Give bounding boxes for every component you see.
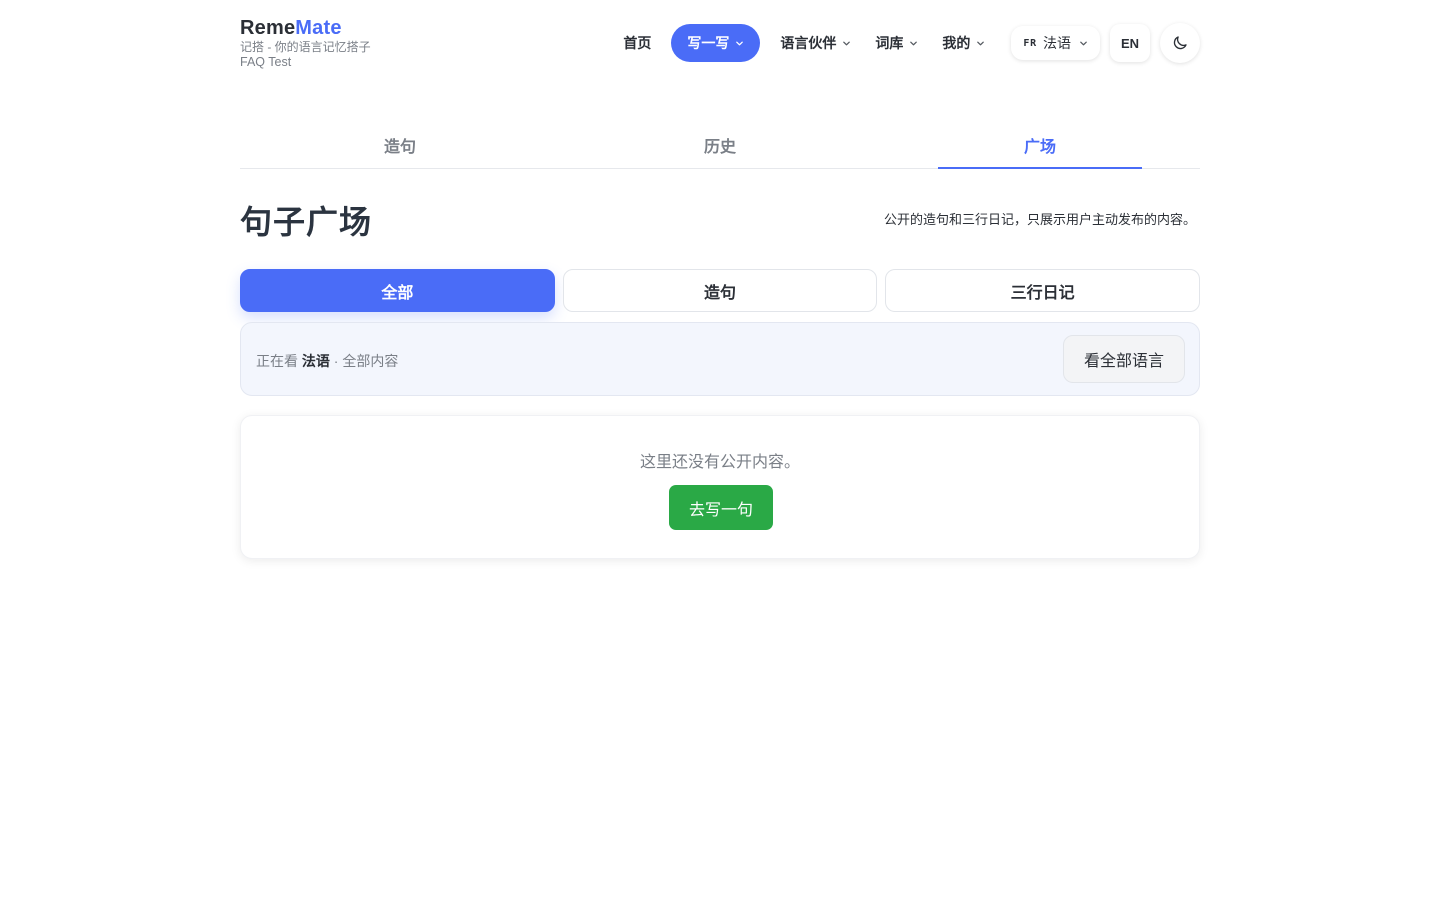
empty-state-message: 这里还没有公开内容。 <box>639 454 800 471</box>
brand-name-part2: Mate <box>295 17 342 39</box>
tab-compose[interactable]: 造句 <box>240 118 560 168</box>
empty-state-card: 这里还没有公开内容。 去写一句 <box>240 415 1200 559</box>
nav-item-mine[interactable]: 我的 <box>930 24 997 62</box>
ui-language-button[interactable]: EN <box>1110 24 1150 62</box>
nav-item-label: 首页 <box>623 35 652 51</box>
nav-item-label: 写一写 <box>687 35 730 51</box>
tab-plaza[interactable]: 广场 <box>880 118 1200 169</box>
brand-subtitle-secondary: FAQ Test <box>240 55 292 69</box>
nav-item-vocabulary[interactable]: 词库 <box>863 24 930 62</box>
theme-toggle-button[interactable] <box>1160 23 1200 63</box>
brand-name[interactable]: RemeMate <box>240 17 371 39</box>
brand[interactable]: RemeMate 记搭 - 你的语言记忆搭子 FAQ Test <box>240 17 371 70</box>
filter-three-line-diary-button[interactable]: 三行日记 <box>885 269 1201 312</box>
moon-icon <box>1173 36 1187 50</box>
brand-name-part1: Reme <box>240 17 296 39</box>
viewing-language: 法语 <box>301 353 330 369</box>
view-all-languages-button[interactable]: 看全部语言 <box>1062 335 1185 383</box>
tab-label: 广场 <box>1023 139 1056 156</box>
tab-label: 造句 <box>383 139 416 156</box>
nav-item-home[interactable]: 首页 <box>613 24 661 62</box>
filter-sentences-button[interactable]: 造句 <box>562 269 878 312</box>
nav-item-label: 语言伙伴 <box>780 35 837 51</box>
language-code: FR <box>1023 37 1037 49</box>
chevron-down-icon <box>736 41 744 45</box>
viewing-info-bar: 正在看 法语 · 全部内容 看全部语言 <box>240 322 1200 396</box>
viewing-prefix: 正在看 <box>256 353 298 369</box>
section-tabs: 造句 历史 广场 <box>240 118 1200 169</box>
nav-item-write[interactable]: 写一写 <box>671 24 761 62</box>
filter-all-button[interactable]: 全部 <box>240 269 555 312</box>
content-filter-group: 全部 造句 三行日记 <box>240 269 1201 312</box>
nav-item-language-partner[interactable]: 语言伙伴 <box>768 24 863 62</box>
viewing-info-text: 正在看 法语 · 全部内容 <box>256 351 398 371</box>
nav-item-label: 词库 <box>875 35 904 51</box>
chevron-down-icon <box>977 41 985 45</box>
chevron-down-icon <box>910 41 918 45</box>
brand-subtitle: 记搭 - 你的语言记忆搭子 <box>240 40 371 54</box>
tab-history[interactable]: 历史 <box>560 118 880 168</box>
nav-item-label: 我的 <box>942 35 971 51</box>
chevron-down-icon <box>843 41 851 45</box>
top-nav: 首页 写一写 语言伙伴 词库 我的 FR 法语 EN <box>613 23 1200 63</box>
page-description: 公开的造句和三行日记，只展示用户主动发布的内容。 <box>883 212 1196 227</box>
write-sentence-button[interactable]: 去写一句 <box>669 485 773 530</box>
viewing-suffix: · 全部内容 <box>333 353 399 369</box>
tab-label: 历史 <box>703 139 736 156</box>
language-label: 法语 <box>1043 35 1071 51</box>
learning-language-select[interactable]: FR 法语 <box>1011 26 1100 60</box>
chevron-down-icon <box>1080 41 1087 45</box>
page-title: 句子广场 <box>240 204 373 240</box>
